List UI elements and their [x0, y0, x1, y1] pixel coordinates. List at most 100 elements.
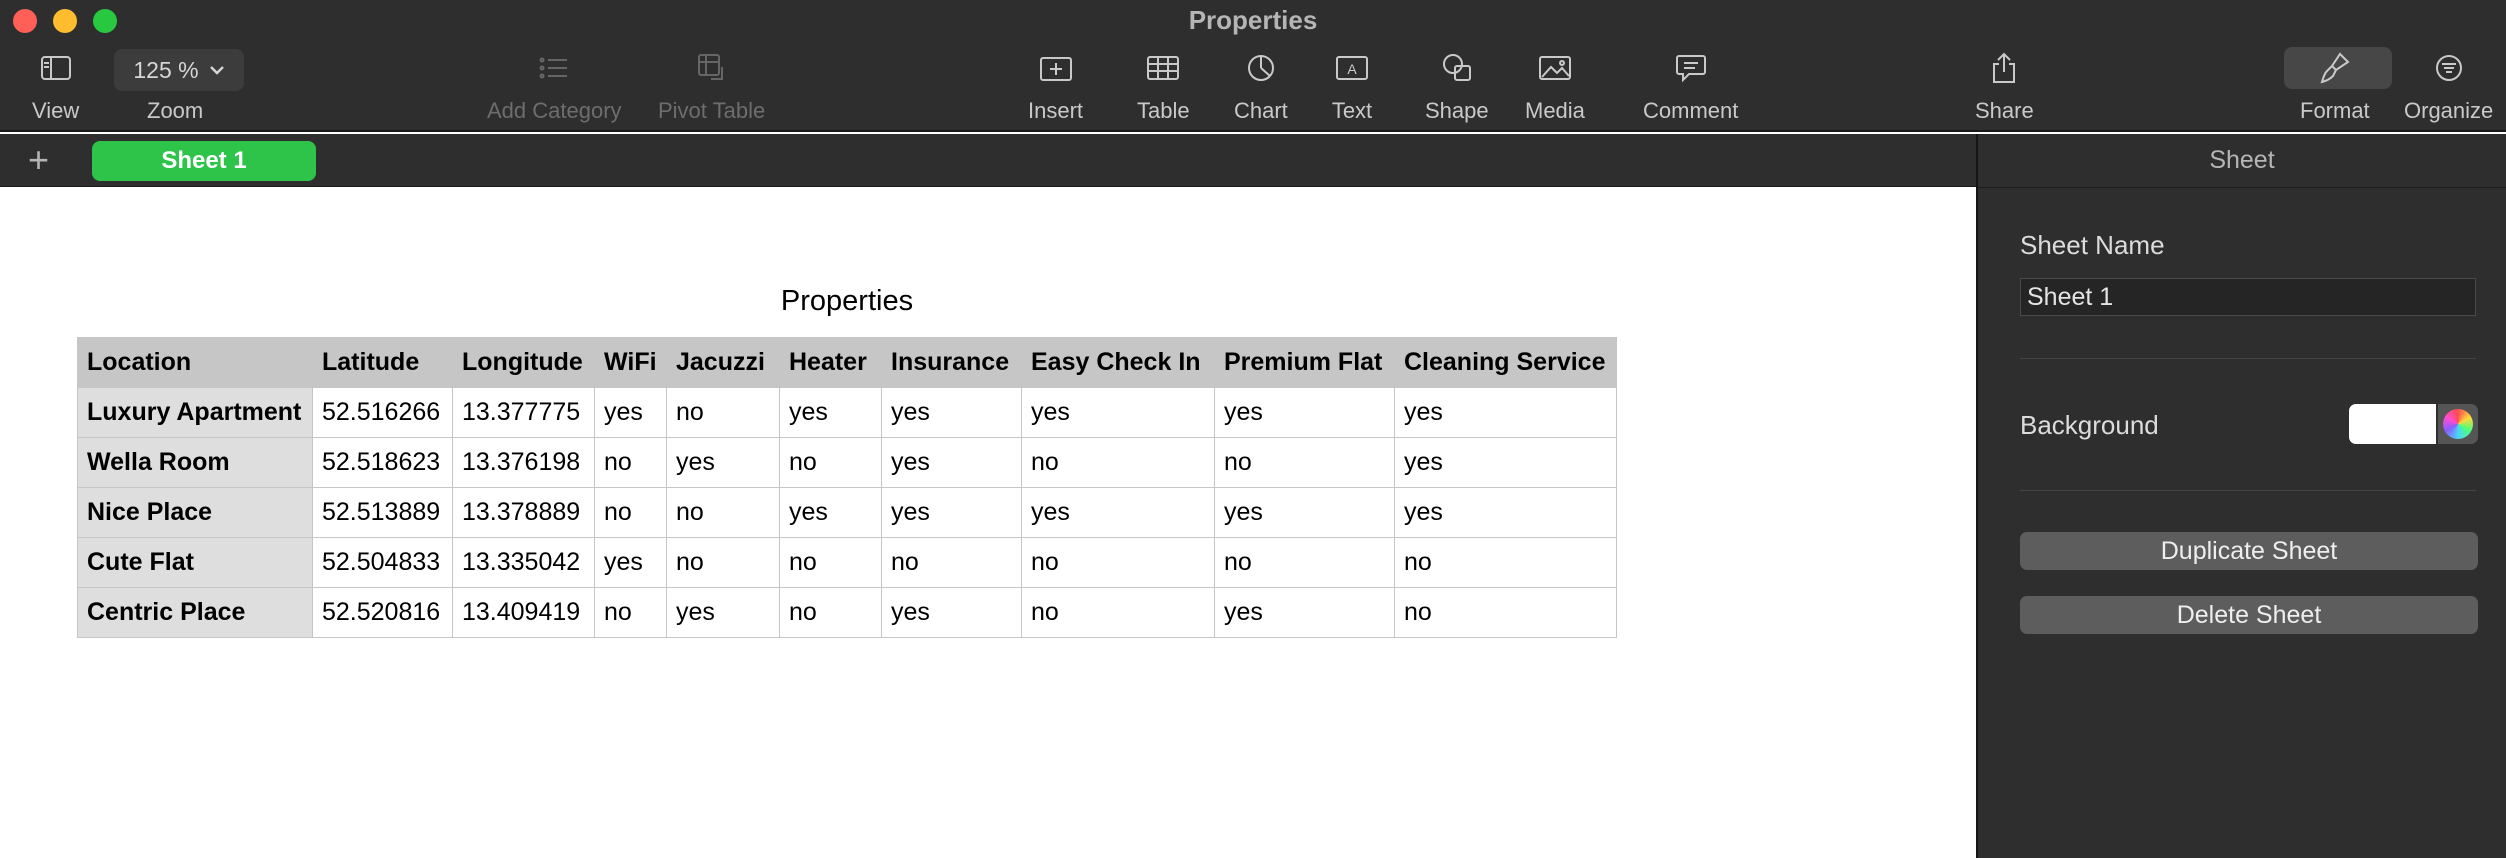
comment-button[interactable]: Comment: [1643, 48, 1738, 128]
table-cell[interactable]: no: [666, 387, 780, 438]
table-cell[interactable]: no: [594, 437, 667, 488]
table-cell[interactable]: 13.335042: [452, 537, 595, 588]
column-header[interactable]: WiFi: [594, 337, 667, 388]
table-row: Cute Flat 52.504833 13.335042 yes no no …: [77, 537, 1617, 588]
view-button[interactable]: View: [32, 48, 79, 128]
color-picker-button[interactable]: [2438, 404, 2478, 444]
table-cell[interactable]: no: [779, 587, 882, 638]
svg-text:A: A: [1347, 61, 1357, 77]
text-button[interactable]: A Text: [1330, 48, 1374, 128]
inspector-title: Sheet: [2209, 146, 2275, 174]
zoom-label: Zoom: [147, 98, 204, 123]
table-cell[interactable]: 13.378889: [452, 487, 595, 538]
table-cell[interactable]: yes: [1394, 387, 1617, 438]
sheet-name-field[interactable]: Sheet 1: [2020, 278, 2476, 316]
row-header-cell[interactable]: Centric Place: [77, 587, 313, 638]
table-cell[interactable]: yes: [779, 487, 882, 538]
row-header-cell[interactable]: Wella Room: [77, 437, 313, 488]
table-cell[interactable]: 13.376198: [452, 437, 595, 488]
media-button[interactable]: Media: [1525, 48, 1585, 128]
table-cell[interactable]: no: [1394, 537, 1617, 588]
column-header[interactable]: Premium Flat: [1214, 337, 1395, 388]
table-cell[interactable]: 13.377775: [452, 387, 595, 438]
photo-icon: [1533, 48, 1577, 88]
pivot-table-button[interactable]: Pivot Table: [658, 48, 765, 128]
table-cell[interactable]: yes: [1021, 487, 1215, 538]
table-cell[interactable]: yes: [1214, 387, 1395, 438]
sheet-tab-sheet-1[interactable]: Sheet 1: [92, 141, 316, 181]
table-button[interactable]: Table: [1137, 48, 1190, 128]
chart-label: Chart: [1234, 98, 1288, 123]
table-cell[interactable]: 13.409419: [452, 587, 595, 638]
organize-button[interactable]: Organize: [2404, 48, 2493, 128]
table-cell[interactable]: yes: [594, 537, 667, 588]
table-cell[interactable]: no: [779, 537, 882, 588]
table-cell[interactable]: no: [1214, 437, 1395, 488]
row-header-cell[interactable]: Luxury Apartment: [77, 387, 313, 438]
table-cell[interactable]: yes: [666, 437, 780, 488]
format-button[interactable]: Format: [2300, 48, 2370, 128]
table-cell[interactable]: yes: [1214, 587, 1395, 638]
table-cell[interactable]: yes: [881, 487, 1022, 538]
table-cell[interactable]: yes: [666, 587, 780, 638]
column-header[interactable]: Location: [77, 337, 313, 388]
add-sheet-button[interactable]: +: [28, 142, 49, 178]
table-cell[interactable]: yes: [1214, 487, 1395, 538]
chart-button[interactable]: Chart: [1234, 48, 1288, 128]
table-cell[interactable]: 52.520816: [312, 587, 453, 638]
table-cell[interactable]: 52.513889: [312, 487, 453, 538]
table-cell[interactable]: yes: [779, 387, 882, 438]
delete-sheet-button[interactable]: Delete Sheet: [2020, 596, 2478, 634]
shape-button[interactable]: Shape: [1425, 48, 1489, 128]
table-cell[interactable]: yes: [1394, 437, 1617, 488]
column-header[interactable]: Jacuzzi: [666, 337, 780, 388]
table-cell[interactable]: yes: [1394, 487, 1617, 538]
pie-chart-icon: [1239, 48, 1283, 88]
row-header-cell[interactable]: Cute Flat: [77, 537, 313, 588]
sheet-canvas: Properties Location Latitude Longitude W…: [0, 188, 1976, 858]
column-header[interactable]: Insurance: [881, 337, 1022, 388]
table-cell[interactable]: no: [1021, 587, 1215, 638]
background-color-well[interactable]: [2349, 404, 2436, 444]
table-cell[interactable]: no: [1394, 587, 1617, 638]
table-title[interactable]: Properties: [0, 285, 1694, 318]
row-header-cell[interactable]: Nice Place: [77, 487, 313, 538]
table-cell[interactable]: yes: [594, 387, 667, 438]
table-cell[interactable]: 52.504833: [312, 537, 453, 588]
column-header[interactable]: Heater: [779, 337, 882, 388]
add-category-button[interactable]: Add Category: [487, 48, 622, 128]
table-cell[interactable]: no: [881, 537, 1022, 588]
table-cell[interactable]: no: [1214, 537, 1395, 588]
table-cell[interactable]: yes: [881, 387, 1022, 438]
table-header-row: Location Latitude Longitude WiFi Jacuzzi…: [77, 337, 1617, 388]
table-cell[interactable]: yes: [881, 437, 1022, 488]
share-button[interactable]: Share: [1975, 48, 2034, 128]
properties-table[interactable]: Location Latitude Longitude WiFi Jacuzzi…: [77, 337, 1617, 638]
table-cell[interactable]: no: [666, 537, 780, 588]
column-header[interactable]: Easy Check In: [1021, 337, 1215, 388]
table-cell[interactable]: yes: [1021, 387, 1215, 438]
table-label: Table: [1137, 98, 1190, 123]
table-cell[interactable]: no: [1021, 437, 1215, 488]
table-cell[interactable]: yes: [881, 587, 1022, 638]
comment-label: Comment: [1643, 98, 1739, 123]
table-cell[interactable]: no: [666, 487, 780, 538]
table-icon: [1141, 48, 1185, 88]
sheet-name-label: Sheet Name: [2020, 230, 2165, 260]
table-cell[interactable]: 52.518623: [312, 437, 453, 488]
insert-button[interactable]: Insert: [1028, 48, 1083, 128]
table-cell[interactable]: no: [779, 437, 882, 488]
column-header[interactable]: Longitude: [452, 337, 595, 388]
column-header[interactable]: Cleaning Service: [1394, 337, 1617, 388]
divider: [1978, 187, 2506, 188]
table-row: Luxury Apartment 52.516266 13.377775 yes…: [77, 387, 1617, 438]
table-row: Centric Place 52.520816 13.409419 no yes…: [77, 587, 1617, 638]
zoom-select[interactable]: 125 %: [114, 49, 244, 91]
column-header[interactable]: Latitude: [312, 337, 453, 388]
table-cell[interactable]: 52.516266: [312, 387, 453, 438]
duplicate-sheet-button[interactable]: Duplicate Sheet: [2020, 532, 2478, 570]
table-cell[interactable]: no: [594, 487, 667, 538]
table-cell[interactable]: no: [594, 587, 667, 638]
organize-label: Organize: [2404, 98, 2494, 123]
table-cell[interactable]: no: [1021, 537, 1215, 588]
